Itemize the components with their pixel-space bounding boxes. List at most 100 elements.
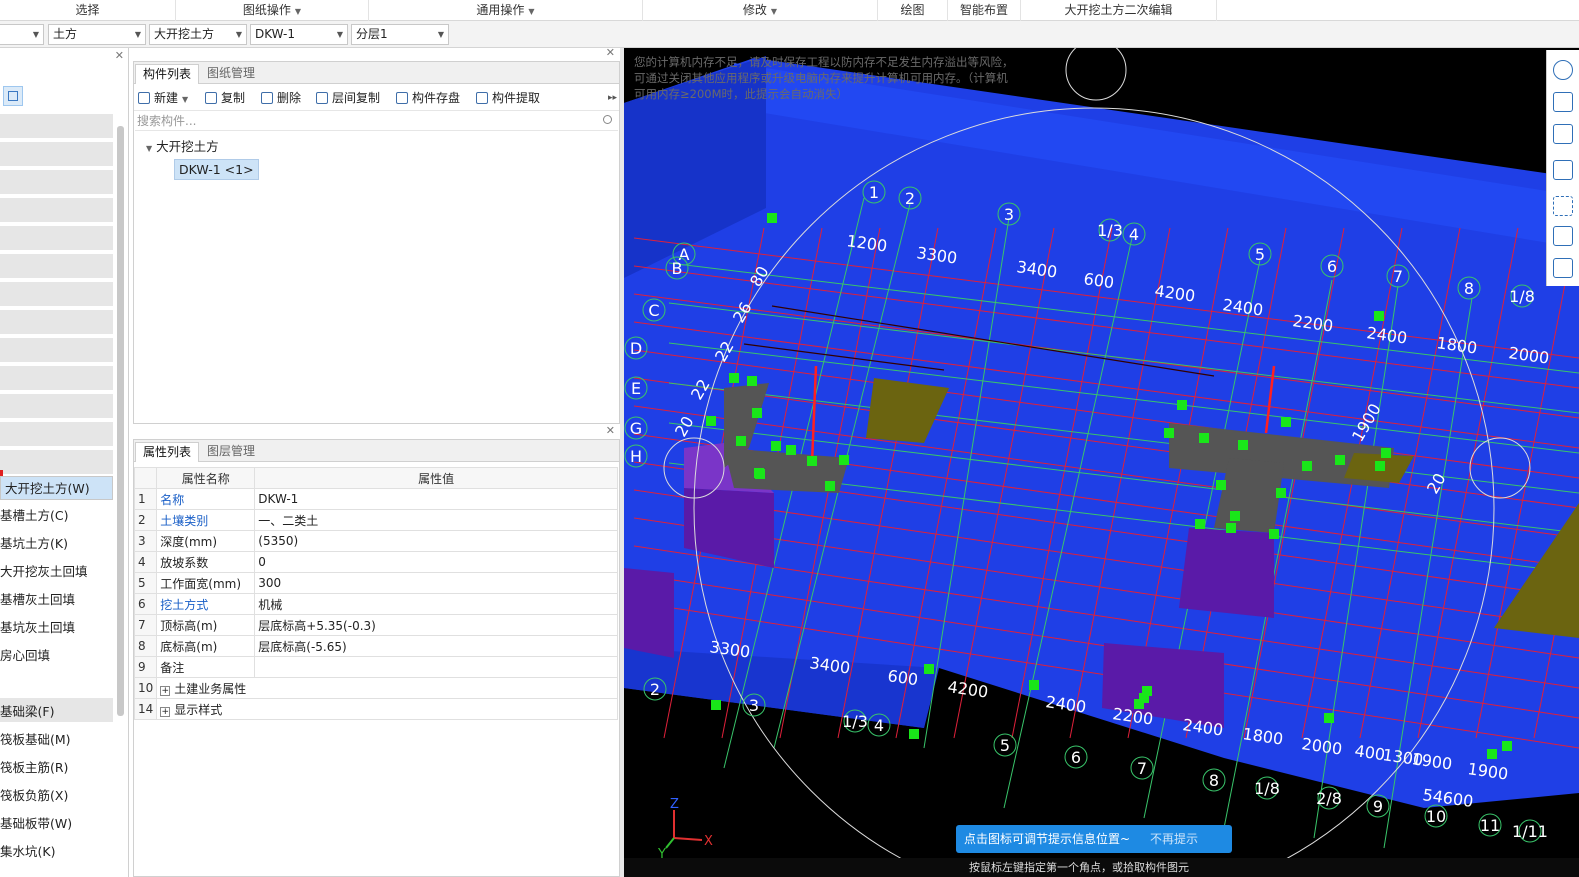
grip-handle[interactable] xyxy=(752,408,762,418)
property-value[interactable]: 一、二类土 xyxy=(254,509,618,531)
grip-handle[interactable] xyxy=(711,700,721,710)
fit-view-icon[interactable] xyxy=(1553,196,1573,216)
tab-property-list[interactable]: 属性列表 xyxy=(135,442,200,462)
3d-box-icon[interactable] xyxy=(1553,124,1573,144)
category-select[interactable]: 土方 ▼ xyxy=(48,24,146,45)
tree-root[interactable]: ▼ 大开挖土方 xyxy=(146,136,219,155)
grip-handle[interactable] xyxy=(1374,311,1384,321)
table-row[interactable]: 6 挖土方式 机械 xyxy=(133,593,618,615)
menu-select[interactable]: 选择 xyxy=(0,0,176,21)
type-select[interactable]: 大开挖土方 ▼ xyxy=(149,24,247,45)
grip-handle[interactable] xyxy=(1029,680,1039,690)
extract-component-button[interactable]: 构件提取 xyxy=(476,89,540,107)
close-icon[interactable]: ✕ xyxy=(606,424,615,437)
property-value[interactable]: DKW-1 xyxy=(254,488,618,510)
property-value[interactable]: 机械 xyxy=(254,593,618,615)
grip-handle[interactable] xyxy=(1487,749,1497,759)
save-component-button[interactable]: 构件存盘 xyxy=(396,89,460,107)
grip-handle[interactable] xyxy=(1269,529,1279,539)
grip-handle[interactable] xyxy=(1230,511,1240,521)
orbit-handle-top[interactable] xyxy=(1065,48,1127,101)
grip-handle[interactable] xyxy=(706,416,716,426)
display-settings-icon[interactable] xyxy=(1553,226,1573,246)
table-row[interactable]: 1 名称 DKW-1 xyxy=(133,488,618,510)
grip-handle[interactable] xyxy=(1502,741,1512,751)
search-input[interactable]: 搜索构件... xyxy=(135,111,618,131)
expand-icon[interactable]: + xyxy=(160,706,171,717)
grip-handle[interactable] xyxy=(1216,480,1226,490)
menu-secondary-edit[interactable]: 大开挖土方二次编辑 xyxy=(1021,0,1217,21)
grip-handle[interactable] xyxy=(1195,519,1205,529)
grip-handle[interactable] xyxy=(1375,461,1385,471)
table-row[interactable]: 2 土壤类别 一、二类土 xyxy=(133,509,618,531)
sidebar-item[interactable]: 基础板带(W) xyxy=(0,812,113,836)
menu-modify[interactable]: 修改 ▼ xyxy=(643,0,878,21)
close-icon[interactable]: ✕ xyxy=(606,46,615,59)
grip-handle[interactable] xyxy=(1276,488,1286,498)
grip-handle[interactable] xyxy=(771,441,781,451)
expand-icon[interactable]: + xyxy=(160,685,171,696)
grip-handle[interactable] xyxy=(747,376,757,386)
grip-handle[interactable] xyxy=(729,373,739,383)
property-value[interactable] xyxy=(254,656,618,678)
delete-button[interactable]: 删除 xyxy=(261,89,301,107)
grip-handle[interactable] xyxy=(825,481,835,491)
floor-select[interactable]: ▼ xyxy=(0,24,44,45)
grip-handle[interactable] xyxy=(924,664,934,674)
new-button[interactable]: 新建 ▼ xyxy=(138,89,188,107)
grip-handle[interactable] xyxy=(1199,433,1209,443)
dismiss-hint-button[interactable]: 不再提示 xyxy=(1150,825,1198,853)
tab-drawing-manage[interactable]: 图纸管理 xyxy=(200,64,262,84)
table-row[interactable]: 14 + 显示样式 xyxy=(133,698,618,720)
table-row[interactable]: 4 放坡系数 0 xyxy=(133,551,618,573)
hint-banner[interactable]: 点击图标可调节提示信息位置~ 不再提示 xyxy=(956,825,1232,853)
property-value[interactable]: 300 xyxy=(254,572,618,594)
sidebar-item[interactable]: 基坑灰土回填 xyxy=(0,616,113,640)
grip-handle[interactable] xyxy=(1381,448,1391,458)
copy-button[interactable]: 复制 xyxy=(205,89,245,107)
grip-handle[interactable] xyxy=(807,456,817,466)
2d-view-icon[interactable] xyxy=(1553,92,1573,112)
grip-handle[interactable] xyxy=(1324,713,1334,723)
property-value[interactable]: 层底标高(-5.65) xyxy=(254,635,618,657)
table-row[interactable]: 10 + 土建业务属性 xyxy=(133,677,618,699)
menu-general-ops[interactable]: 通用操作 ▼ xyxy=(369,0,643,21)
pit-far-left[interactable] xyxy=(624,568,674,658)
menu-drawing-ops[interactable]: 图纸操作 ▼ xyxy=(176,0,369,21)
grip-handle[interactable] xyxy=(1226,523,1236,533)
tab-layer-manage[interactable]: 图层管理 xyxy=(200,442,262,462)
model-scene[interactable]: 1 231/3 45678 1/8ABCDEGH231/3 45678 1/82/8 910… xyxy=(624,48,1579,877)
property-name[interactable]: + 显示样式 xyxy=(156,698,618,720)
sidebar-item[interactable]: 集水坑(K) xyxy=(0,840,113,864)
menu-draw[interactable]: 绘图 xyxy=(878,0,948,21)
scrollbar[interactable] xyxy=(117,126,124,716)
grip-handle[interactable] xyxy=(754,468,764,478)
sidebar-item[interactable]: 筏板基础(M) xyxy=(0,728,113,752)
sidebar-item[interactable]: 基坑土方(K) xyxy=(0,532,113,556)
grip-handle[interactable] xyxy=(1335,455,1345,465)
table-row[interactable]: 5 工作面宽(mm) 300 xyxy=(133,572,618,594)
sidebar-item[interactable]: 房心回填 xyxy=(0,644,113,668)
sidebar-item[interactable]: 大开挖土方(W) xyxy=(0,476,113,500)
sidebar-item[interactable]: 基槽土方(C) xyxy=(0,504,113,528)
grip-handle[interactable] xyxy=(786,445,796,455)
orbit-icon[interactable] xyxy=(1553,60,1573,80)
grip-handle[interactable] xyxy=(767,213,777,223)
grip-handle[interactable] xyxy=(1177,400,1187,410)
grip-handle[interactable] xyxy=(1164,428,1174,438)
property-value[interactable]: 层底标高+5.35(-0.3) xyxy=(254,614,618,636)
close-icon[interactable]: ✕ xyxy=(115,49,124,62)
sidebar-item[interactable]: 基础梁(F) xyxy=(0,700,113,724)
sidebar-item[interactable]: 筏板主筋(R) xyxy=(0,756,113,780)
property-value[interactable]: 0 xyxy=(254,551,618,573)
grip-handle[interactable] xyxy=(909,729,919,739)
3d-solid-icon[interactable] xyxy=(1553,160,1573,180)
property-name[interactable]: + 土建业务属性 xyxy=(156,677,618,699)
table-row[interactable]: 8 底标高(m) 层底标高(-5.65) xyxy=(133,635,618,657)
menu-smart-layout[interactable]: 智能布置 xyxy=(948,0,1021,21)
table-row[interactable]: 3 深度(mm) (5350) xyxy=(133,530,618,552)
sidebar-item[interactable]: 筏板负筋(X) xyxy=(0,784,113,808)
property-value[interactable]: (5350) xyxy=(254,530,618,552)
table-row[interactable]: 7 顶标高(m) 层底标高+5.35(-0.3) xyxy=(133,614,618,636)
sidebar-item[interactable]: 大开挖灰土回填 xyxy=(0,560,113,584)
